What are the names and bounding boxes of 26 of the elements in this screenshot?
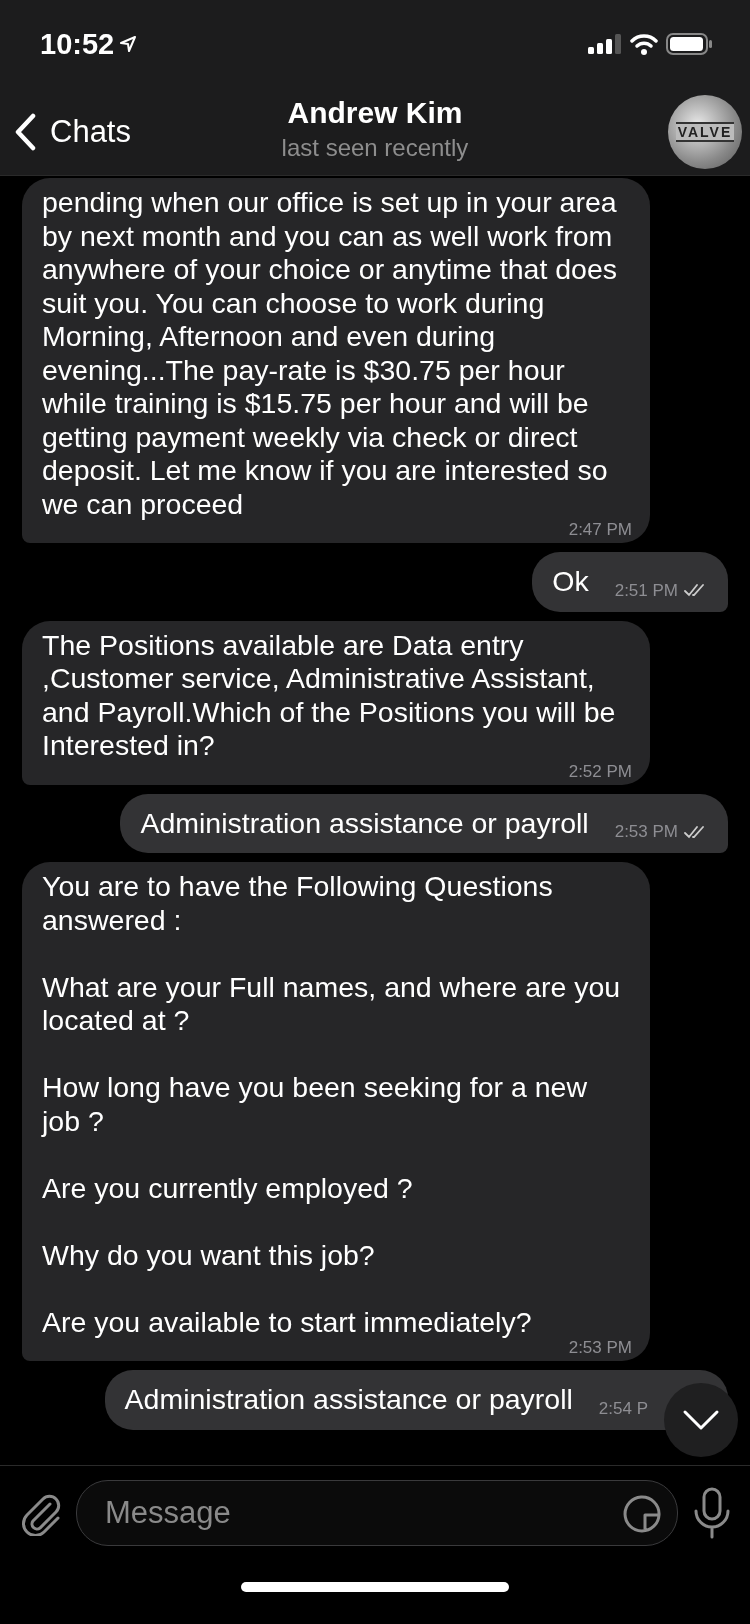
- chat-title: Andrew Kim: [287, 96, 463, 130]
- chevron-down-icon: [682, 1409, 720, 1431]
- sticker-icon[interactable]: [623, 1493, 663, 1533]
- message-text: Administration assistance or payroll: [124, 1383, 573, 1417]
- location-arrow-icon: [118, 34, 139, 54]
- message-time: 2:52 PM: [568, 762, 632, 780]
- message-text: pending when our office is set up in your area by next month and you can as well work from anywhere of your choice or anytime that does suit you. You can choose to work during Morning, Afternoon and even during evening...The pay-rate is $30.75 per hour while training is $15.75 per hour and will be getting payment weekly via check or direct deposit. Let me know if you are interested so we can proceed: [42, 186, 619, 521]
- message-text: You are to have the Following Questions answered : What are your Full names, and where are you located at ? How long have you been seeking for a new job ? Are you currently employed ? Why do you want this job? Are you available to start immediately?: [42, 870, 622, 1339]
- message-time: 2:51 PM: [614, 581, 678, 599]
- battery-icon: [666, 33, 712, 55]
- back-button[interactable]: Chats: [14, 113, 131, 151]
- wifi-icon: [630, 33, 658, 55]
- status-time: 10:52: [40, 27, 115, 61]
- chevron-left-icon: [14, 113, 36, 151]
- message-time: 2:53 PM: [568, 1339, 632, 1356]
- message-text: Administration assistance or payroll: [140, 806, 589, 840]
- message-text: The Positions available are Data entry ,Customer service, Administrative Assistant, and Payroll.Which of the Positions you will be Interested in?: [42, 628, 617, 763]
- last-seen-status: last seen recently: [281, 134, 469, 162]
- avatar[interactable]: VALVE: [668, 95, 742, 169]
- message-text: Ok: [552, 565, 589, 599]
- signal-icon: [588, 34, 622, 54]
- microphone-icon[interactable]: [692, 1487, 732, 1539]
- message-field[interactable]: Message: [76, 1480, 678, 1546]
- message-time: 2:54 P: [598, 1399, 648, 1417]
- message-time: 2:47 PM: [568, 521, 632, 538]
- message-time: 2:53 PM: [614, 823, 678, 840]
